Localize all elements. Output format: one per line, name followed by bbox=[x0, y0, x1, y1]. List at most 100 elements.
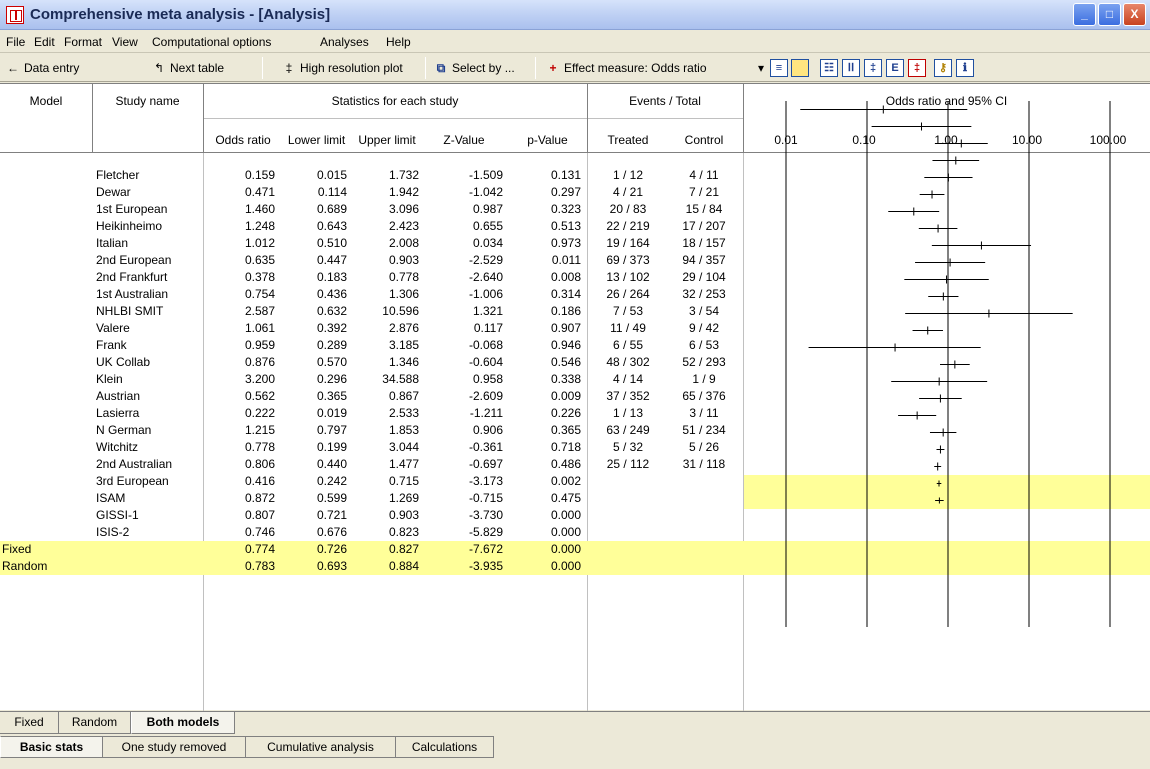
cell-model bbox=[2, 405, 92, 422]
cell-study-name: 3rd European bbox=[96, 474, 169, 488]
tab-calculations[interactable]: Calculations bbox=[396, 736, 494, 758]
cell-upper-limit: 2.533 bbox=[388, 406, 419, 420]
cell-treated: 48 / 302 bbox=[606, 355, 650, 369]
info-icon[interactable]: ℹ bbox=[956, 59, 974, 77]
cell-p-value: 0.009 bbox=[550, 389, 581, 403]
cell-treated bbox=[590, 490, 666, 507]
model-tabs: Fixed Random Both models bbox=[0, 711, 1150, 735]
columns-icon[interactable]: ☷ bbox=[820, 59, 838, 77]
header-control[interactable]: Control bbox=[666, 133, 742, 147]
cell-study-name: Heikinheimo bbox=[96, 219, 163, 233]
header-model[interactable]: Model bbox=[0, 94, 92, 108]
cell-z-value: -2.529 bbox=[468, 253, 503, 267]
cell-upper-limit: 0.903 bbox=[388, 253, 419, 267]
window-title: Comprehensive meta analysis - [Analysis] bbox=[30, 6, 331, 23]
cell-study-name: ISIS-2 bbox=[96, 525, 130, 539]
cell-z-value: 0.958 bbox=[472, 372, 503, 386]
tab-fixed[interactable]: Fixed bbox=[0, 712, 59, 734]
cell-z-value: 0.034 bbox=[472, 236, 503, 250]
cell-z-value: -1.211 bbox=[469, 406, 503, 420]
header-p-value[interactable]: p-Value bbox=[510, 133, 585, 147]
cell-z-value: 0.906 bbox=[472, 423, 503, 437]
cell-control: 94 / 357 bbox=[682, 253, 726, 267]
header-stats-group: Statistics for each study bbox=[331, 94, 459, 108]
cell-odds-ratio: 0.562 bbox=[244, 389, 275, 403]
menu-computational-options[interactable]: Computational options bbox=[152, 35, 271, 49]
red-plot-icon[interactable]: ‡ bbox=[908, 59, 926, 77]
cell-p-value: 0.131 bbox=[550, 168, 581, 182]
cell-z-value: -3.173 bbox=[468, 474, 503, 488]
cell-lower-limit: 0.599 bbox=[316, 491, 347, 505]
high-res-plot-button[interactable]: ‡ High resolution plot bbox=[282, 58, 403, 78]
cell-odds-ratio: 0.783 bbox=[244, 559, 275, 573]
cell-lower-limit: 0.726 bbox=[316, 542, 347, 556]
header-treated[interactable]: Treated bbox=[590, 133, 666, 147]
menu-edit[interactable]: Edit bbox=[34, 35, 55, 49]
cell-p-value: 0.338 bbox=[550, 372, 581, 386]
cell-treated: 26 / 264 bbox=[606, 287, 650, 301]
cell-study-name: UK Collab bbox=[96, 355, 151, 369]
cell-model bbox=[2, 422, 92, 439]
header-study-name[interactable]: Study name bbox=[92, 94, 203, 108]
minimize-button[interactable]: _ bbox=[1073, 3, 1096, 26]
key-icon[interactable]: ⚷ bbox=[934, 59, 952, 77]
title-bar: Comprehensive meta analysis - [Analysis]… bbox=[0, 0, 1150, 30]
table-layout-icon[interactable]: ≡ bbox=[770, 59, 788, 77]
cell-z-value: -2.609 bbox=[468, 389, 503, 403]
cell-treated bbox=[590, 541, 666, 558]
forest-plot-icon: ‡ bbox=[285, 61, 293, 75]
cell-lower-limit: 0.183 bbox=[316, 270, 347, 284]
maximize-button[interactable]: □ bbox=[1098, 3, 1121, 26]
cell-study-name: Frank bbox=[96, 338, 127, 352]
cell-control: 4 / 11 bbox=[689, 168, 719, 182]
cell-lower-limit: 0.392 bbox=[316, 321, 347, 335]
menu-view[interactable]: View bbox=[112, 35, 138, 49]
cell-p-value: 0.186 bbox=[550, 304, 581, 318]
cell-z-value: -0.697 bbox=[468, 457, 503, 471]
header-lower-limit[interactable]: Lower limit bbox=[283, 133, 350, 147]
cell-odds-ratio: 0.774 bbox=[244, 542, 275, 556]
cell-study-name: NHLBI SMIT bbox=[96, 304, 164, 318]
tab-one-study-removed[interactable]: One study removed bbox=[103, 736, 246, 758]
subheader-line bbox=[203, 118, 743, 119]
cell-study-name: GISSI-1 bbox=[96, 508, 139, 522]
cell-p-value: 0.946 bbox=[550, 338, 581, 352]
next-table-button[interactable]: ↰ Next table bbox=[152, 58, 224, 78]
cell-model bbox=[2, 337, 92, 354]
cell-control bbox=[666, 524, 742, 541]
menu-file[interactable]: File bbox=[6, 35, 25, 49]
cell-upper-limit: 3.096 bbox=[388, 202, 419, 216]
effect-measure-dropdown[interactable]: ▾ bbox=[758, 58, 764, 78]
data-entry-button[interactable]: ← Data entry bbox=[6, 58, 79, 78]
header-z-value[interactable]: Z-Value bbox=[424, 133, 504, 147]
close-button[interactable]: X bbox=[1123, 3, 1146, 26]
cell-p-value: 0.000 bbox=[550, 559, 581, 573]
effect-measure-button[interactable]: + Effect measure: Odds ratio bbox=[546, 58, 706, 78]
cell-odds-ratio: 0.778 bbox=[244, 440, 275, 454]
cell-odds-ratio: 1.061 bbox=[244, 321, 275, 335]
tab-random[interactable]: Random bbox=[59, 712, 131, 734]
tab-cumulative-analysis[interactable]: Cumulative analysis bbox=[246, 736, 396, 758]
decimals-icon[interactable]: ⅠⅠ bbox=[842, 59, 860, 77]
cell-odds-ratio: 0.754 bbox=[244, 287, 275, 301]
cell-model bbox=[2, 235, 92, 252]
cell-upper-limit: 0.823 bbox=[388, 525, 419, 539]
menu-analyses[interactable]: Analyses bbox=[320, 35, 369, 49]
effect-icon[interactable]: E bbox=[886, 59, 904, 77]
cell-treated: 5 / 32 bbox=[612, 440, 644, 454]
cell-z-value: -7.672 bbox=[468, 542, 503, 556]
menu-format[interactable]: Format bbox=[64, 35, 102, 49]
cell-lower-limit: 0.365 bbox=[316, 389, 347, 403]
cell-model bbox=[2, 201, 92, 218]
menu-help[interactable]: Help bbox=[386, 35, 411, 49]
plot-options-icon[interactable]: ‡ bbox=[864, 59, 882, 77]
cell-lower-limit: 0.447 bbox=[316, 253, 347, 267]
tab-both-models[interactable]: Both models bbox=[131, 712, 235, 734]
cell-z-value: -0.068 bbox=[468, 338, 503, 352]
header-upper-limit[interactable]: Upper limit bbox=[352, 133, 422, 147]
tab-basic-stats[interactable]: Basic stats bbox=[0, 736, 103, 758]
cell-model bbox=[2, 354, 92, 371]
highlight-icon[interactable] bbox=[791, 59, 809, 77]
header-odds-ratio[interactable]: Odds ratio bbox=[207, 133, 279, 147]
select-by-button[interactable]: ⧉ Select by ... bbox=[434, 58, 515, 78]
